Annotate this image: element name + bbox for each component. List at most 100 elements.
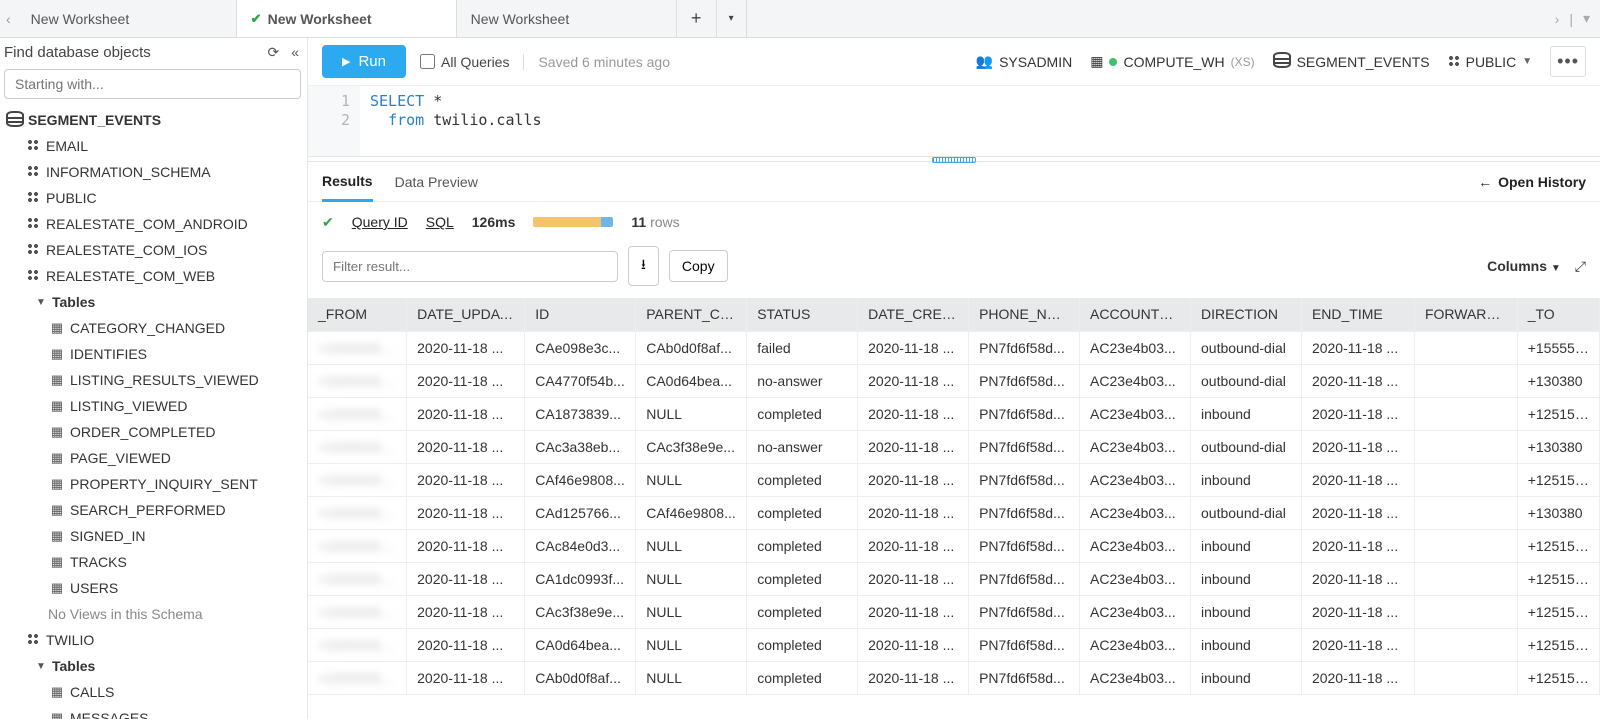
table-row[interactable]: +1XXXXXXXXX2020-11-18 ...CA1873839...NUL…	[308, 397, 1600, 430]
column-header[interactable]: STATUS	[747, 298, 858, 331]
column-header[interactable]: _TO	[1517, 298, 1599, 331]
tree-schema[interactable]: EMAIL	[0, 133, 307, 159]
column-header[interactable]: PHONE_NUMBE	[969, 298, 1080, 331]
tab-dropdown-button[interactable]: ▾	[717, 0, 747, 37]
tree-tables-group[interactable]: ▼Tables	[0, 653, 307, 679]
cell: AC23e4b03...	[1080, 628, 1191, 661]
filter-results-input[interactable]	[322, 251, 618, 282]
column-header[interactable]: ID	[525, 298, 636, 331]
tab-data-preview[interactable]: Data Preview	[395, 164, 478, 200]
query-id-link[interactable]: Query ID	[352, 214, 408, 230]
tree-database[interactable]: SEGMENT_EVENTS	[0, 107, 307, 133]
tree-table[interactable]: ▦MESSAGES	[0, 705, 307, 719]
column-header[interactable]: PARENT_CALL_S	[636, 298, 747, 331]
expand-results-icon[interactable]: ⤢	[1575, 258, 1586, 275]
refresh-icon[interactable]: ⟳	[267, 44, 279, 61]
tabbar-right-caret[interactable]: ▾	[1583, 10, 1590, 27]
cell: inbound	[1191, 595, 1302, 628]
tab-results[interactable]: Results	[322, 163, 373, 202]
cell: +1251572	[1517, 562, 1599, 595]
tab-add-button[interactable]: +	[677, 0, 717, 37]
cell: completed	[747, 529, 858, 562]
tree-table[interactable]: ▦ORDER_COMPLETED	[0, 419, 307, 445]
tree-table[interactable]: ▦PAGE_VIEWED	[0, 445, 307, 471]
more-menu-button[interactable]: •••	[1550, 46, 1586, 77]
table-row[interactable]: +1XXXXXXXXX2020-11-18 ...CAc84e0d3...NUL…	[308, 529, 1600, 562]
column-header[interactable]: ACCOUNT_SID	[1080, 298, 1191, 331]
table-row[interactable]: +1XXXXXXXXX2020-11-18 ...CAe098e3c...CAb…	[308, 331, 1600, 364]
column-header[interactable]: END_TIME	[1301, 298, 1414, 331]
cell: PN7fd6f58d...	[969, 364, 1080, 397]
table-label: CATEGORY_CHANGED	[70, 320, 225, 336]
tree-table[interactable]: ▦CATEGORY_CHANGED	[0, 315, 307, 341]
context-role[interactable]: 👥 SYSADMIN	[976, 53, 1073, 70]
sql-editor[interactable]: 12 SELECT * from twilio.calls	[308, 86, 1600, 156]
all-queries-toggle[interactable]: All Queries	[420, 54, 509, 70]
table-row[interactable]: +1XXXXXXXXX2020-11-18 ...CAc3a38eb...CAc…	[308, 430, 1600, 463]
worksheet-toolbar: ▶ Run All Queries Saved 6 minutes ago 👥 …	[308, 38, 1600, 86]
table-label: SIGNED_IN	[70, 528, 145, 544]
results-tabbar: Results Data Preview ← Open History	[308, 162, 1600, 202]
tree-table[interactable]: ▦IDENTIFIES	[0, 341, 307, 367]
table-row[interactable]: +1XXXXXXXXX2020-11-18 ...CA0d64bea...NUL…	[308, 628, 1600, 661]
cell: outbound-dial	[1191, 430, 1302, 463]
columns-selector[interactable]: Columns ▼	[1487, 258, 1561, 274]
editor-code[interactable]: SELECT * from twilio.calls	[360, 86, 552, 156]
tree-schema[interactable]: TWILIO	[0, 627, 307, 653]
table-row[interactable]: +1XXXXXXXXX2020-11-18 ...CAf46e9808...NU…	[308, 463, 1600, 496]
worksheet-tab[interactable]: New Worksheet	[17, 0, 237, 37]
tree-schema[interactable]: REALESTATE_COM_ANDROID	[0, 211, 307, 237]
table-row[interactable]: +1XXXXXXXXX2020-11-18 ...CA4770f54b...CA…	[308, 364, 1600, 397]
context-database[interactable]: SEGMENT_EVENTS	[1273, 52, 1430, 71]
cell: 2020-11-18 ...	[407, 595, 525, 628]
column-header[interactable]: FORWARDED_FR	[1414, 298, 1517, 331]
run-button-label: Run	[358, 53, 386, 70]
sql-link[interactable]: SQL	[426, 214, 454, 230]
success-check-icon: ✔	[322, 214, 334, 231]
object-search-input[interactable]	[4, 69, 301, 99]
tree-schema[interactable]: PUBLIC	[0, 185, 307, 211]
tree-schema[interactable]: INFORMATION_SCHEMA	[0, 159, 307, 185]
column-header[interactable]: DIRECTION	[1191, 298, 1302, 331]
column-header[interactable]: _FROM	[308, 298, 407, 331]
tab-nav-prev[interactable]: ‹	[0, 0, 17, 37]
column-header[interactable]: DATE_UPDATED	[407, 298, 525, 331]
row-count: 11 rows	[631, 214, 679, 230]
cell: AC23e4b03...	[1080, 529, 1191, 562]
cell: 2020-11-18 ...	[407, 463, 525, 496]
context-schema[interactable]: PUBLIC ▼	[1448, 54, 1532, 70]
cell	[1414, 430, 1517, 463]
worksheet-tab[interactable]: New Worksheet	[457, 0, 677, 37]
cell: AC23e4b03...	[1080, 562, 1191, 595]
cell: +1555555	[1517, 331, 1599, 364]
download-button[interactable]: ⭳	[628, 246, 659, 286]
tree-table[interactable]: ▦USERS	[0, 575, 307, 601]
tree-tables-group[interactable]: ▼Tables	[0, 289, 307, 315]
tree-table[interactable]: ▦SEARCH_PERFORMED	[0, 497, 307, 523]
context-warehouse[interactable]: ▦ COMPUTE_WH (XS)	[1090, 53, 1254, 70]
column-header[interactable]: DATE_CREATED	[858, 298, 969, 331]
copy-button[interactable]: Copy	[669, 250, 728, 282]
cell: inbound	[1191, 628, 1302, 661]
table-row[interactable]: +1XXXXXXXXX2020-11-18 ...CA1dc0993f...NU…	[308, 562, 1600, 595]
tree-table[interactable]: ▦SIGNED_IN	[0, 523, 307, 549]
tree-table[interactable]: ▦LISTING_VIEWED	[0, 393, 307, 419]
results-grid[interactable]: _FROMDATE_UPDATEDIDPARENT_CALL_SSTATUSDA…	[308, 298, 1600, 719]
tabbar-right-chevron[interactable]: ›	[1555, 11, 1560, 27]
collapse-sidebar-icon[interactable]: «	[291, 44, 299, 61]
tree-table[interactable]: ▦TRACKS	[0, 549, 307, 575]
all-queries-checkbox[interactable]	[420, 54, 435, 69]
tree-table[interactable]: ▦PROPERTY_INQUIRY_SENT	[0, 471, 307, 497]
open-history-button[interactable]: ← Open History	[1478, 174, 1586, 190]
run-button[interactable]: ▶ Run	[322, 45, 406, 78]
cell	[1414, 397, 1517, 430]
tree-schema[interactable]: REALESTATE_COM_WEB	[0, 263, 307, 289]
tree-table[interactable]: ▦LISTING_RESULTS_VIEWED	[0, 367, 307, 393]
tree-table[interactable]: ▦CALLS	[0, 679, 307, 705]
tree-schema[interactable]: REALESTATE_COM_IOS	[0, 237, 307, 263]
table-row[interactable]: +1XXXXXXXXX2020-11-18 ...CAc3f38e9e...NU…	[308, 595, 1600, 628]
table-row[interactable]: +1XXXXXXXXX2020-11-18 ...CAd125766...CAf…	[308, 496, 1600, 529]
table-row[interactable]: +1XXXXXXXXX2020-11-18 ...CAb0d0f8af...NU…	[308, 661, 1600, 694]
worksheet-tab[interactable]: ✔New Worksheet	[237, 0, 457, 37]
cell: NULL	[636, 463, 747, 496]
